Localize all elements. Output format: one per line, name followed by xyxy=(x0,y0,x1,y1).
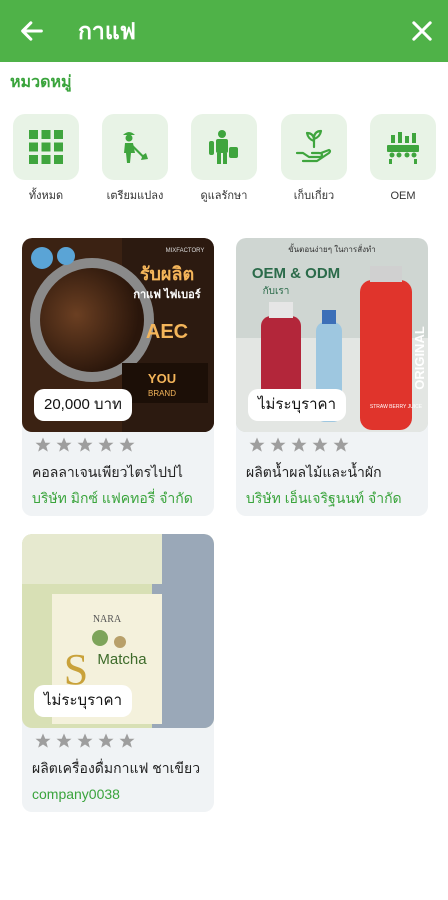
image-aec: AEC xyxy=(146,321,188,343)
image-sub: กับเรา xyxy=(263,286,290,297)
farmer-icon xyxy=(123,132,148,163)
star-icon xyxy=(333,437,349,452)
star-icon xyxy=(249,437,265,452)
category-all[interactable]: ทั้งหมด xyxy=(11,114,81,214)
image-brand: NARA xyxy=(93,614,122,625)
image-bottle-text: ORIGINAL xyxy=(412,326,427,390)
product-name[interactable]: คอลลาเจนเพียวไตรไปปไ xyxy=(32,462,208,482)
factory-icon xyxy=(387,132,419,164)
company-name[interactable]: company0038 xyxy=(32,784,208,804)
rating-stars xyxy=(248,436,350,456)
star-icon xyxy=(35,437,51,452)
star-icon xyxy=(77,437,93,452)
star-icon xyxy=(312,437,328,452)
image-top-text: ขั้นตอนง่ายๆ ในการสั่งทำ xyxy=(288,243,376,254)
rating-stars xyxy=(34,732,136,752)
star-icon xyxy=(119,437,135,452)
product-name[interactable]: ผลิตน้ำผลไม้และน้ำผัก xyxy=(246,462,422,482)
category-harvest-box[interactable] xyxy=(281,114,347,180)
category-label: ทั้งหมด xyxy=(28,190,64,202)
category-maintain-box[interactable] xyxy=(191,114,257,180)
harvest-hand-icon xyxy=(295,129,332,163)
category-label: เตรียมแปลง xyxy=(106,190,164,202)
image-product: Matcha xyxy=(97,651,147,668)
category-harvest[interactable]: เก็บเกี่ยว xyxy=(279,114,349,214)
product-card[interactable]: ขั้นตอนง่ายๆ ในการสั่งทำ OEM & ODM กับเร… xyxy=(236,238,428,516)
category-prepare-box[interactable] xyxy=(102,114,168,180)
image-brand2: BRAND xyxy=(148,389,176,398)
star-icon xyxy=(56,733,72,748)
price-badge: ไม่ระบุราคา xyxy=(34,685,133,717)
category-all-box[interactable] xyxy=(13,114,79,180)
close-icon[interactable] xyxy=(408,17,436,45)
company-name[interactable]: บริษัท มิกซ์ แฟคทอรี่ จำกัด xyxy=(32,488,208,508)
sprayer-icon xyxy=(209,130,238,164)
image-oem: OEM & ODM xyxy=(252,265,340,282)
image-brand: YOU xyxy=(148,371,176,386)
arrow-left-icon[interactable] xyxy=(18,17,46,45)
category-prepare[interactable]: เตรียมแปลง xyxy=(100,114,170,214)
star-icon xyxy=(77,733,93,748)
page-title: กาแฟ xyxy=(78,18,136,44)
product-name[interactable]: ผลิตเครื่องดื่มกาแฟ ชาเขียว xyxy=(32,758,208,778)
grid-icon xyxy=(29,130,63,164)
product-card[interactable]: NARA S Matcha ไม่ระบุราคา ผลิตเครื่องดื่… xyxy=(22,534,214,812)
price-badge: ไม่ระบุราคา xyxy=(248,389,347,421)
company-name[interactable]: บริษัท เอ็นเจริฐนนท์ จำกัด xyxy=(246,488,422,508)
category-oem[interactable]: OEM xyxy=(368,114,438,214)
star-icon xyxy=(98,437,114,452)
star-icon xyxy=(98,733,114,748)
star-icon xyxy=(35,733,51,748)
price-badge: 20,000 บาท xyxy=(34,389,132,421)
star-icon xyxy=(119,733,135,748)
product-card[interactable]: รับผลิต กาแฟ ไฟเบอร์ AEC MIXFACTORY YOU … xyxy=(22,238,214,516)
category-oem-box[interactable] xyxy=(370,114,436,180)
category-label: เก็บเกี่ยว xyxy=(293,190,335,202)
category-section-title: หมวดหมู่ xyxy=(10,74,72,91)
image-factory: MIXFACTORY xyxy=(166,248,205,254)
category-label: OEM xyxy=(390,190,416,202)
star-icon xyxy=(56,437,72,452)
category-label: ดูแลรักษา xyxy=(200,190,248,202)
star-icon xyxy=(291,437,307,452)
image-headline: รับผลิต xyxy=(140,264,194,284)
app-bar: กาแฟ xyxy=(0,0,448,62)
rating-stars xyxy=(34,436,136,456)
image-bottle2: STRAW BERRY JUICE xyxy=(370,404,423,410)
image-sub: กาแฟ ไฟเบอร์ xyxy=(133,287,200,301)
category-maintain[interactable]: ดูแลรักษา xyxy=(189,114,259,214)
star-icon xyxy=(270,437,286,452)
